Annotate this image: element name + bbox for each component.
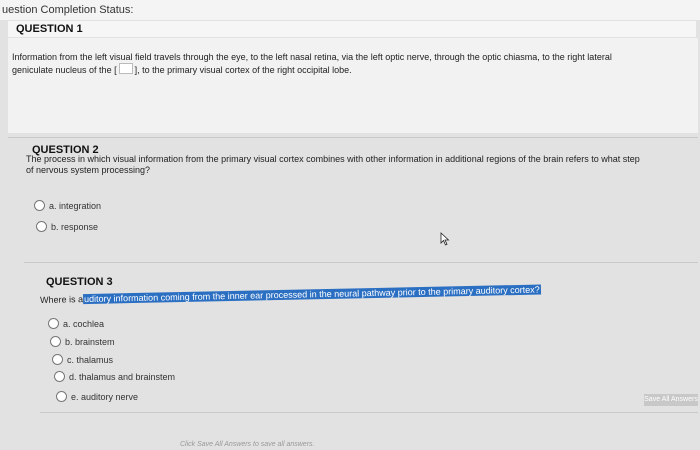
divider — [8, 137, 698, 138]
question-3-prefix: Where is a — [40, 294, 84, 305]
mouse-pointer-icon — [440, 232, 450, 246]
radio-button[interactable] — [48, 318, 59, 329]
question-2-text: The process in which visual information … — [26, 154, 686, 176]
option-label: d. thalamus and brainstem — [69, 371, 176, 382]
question-1-text: Information from the left visual field t… — [12, 52, 692, 76]
question-3-header: QUESTION 3 — [46, 276, 113, 288]
option-label: b. response — [51, 221, 99, 232]
question-3-option-d[interactable]: d. thalamus and brainstem — [54, 371, 175, 382]
question-2-option-b[interactable]: b. response — [36, 221, 98, 232]
radio-button[interactable] — [56, 391, 67, 402]
question-2-line1: The process in which visual information … — [26, 154, 640, 164]
question-1-line1: Information from the left visual field t… — [12, 52, 612, 62]
question-3-option-b[interactable]: b. brainstem — [50, 336, 115, 347]
completion-status: uestion Completion Status: — [0, 0, 700, 20]
question-1-line2-after: ], to the primary visual cortex of the r… — [134, 65, 352, 75]
radio-button[interactable] — [54, 371, 65, 382]
question-3-option-c[interactable]: c. thalamus — [52, 354, 113, 365]
save-all-answers-button[interactable]: Save All Answers — [644, 394, 698, 406]
divider — [24, 262, 698, 263]
question-3-option-a[interactable]: a. cochlea — [48, 318, 104, 329]
question-1-header: QUESTION 1 — [8, 21, 696, 37]
option-label: a. cochlea — [63, 318, 105, 329]
save-hint-text: Click Save All Answers to save all answe… — [180, 441, 315, 448]
option-label: c. thalamus — [67, 354, 114, 365]
option-label: a. integration — [49, 200, 102, 211]
question-1-line2-before: geniculate nucleus of the [ — [12, 65, 117, 75]
divider — [40, 412, 698, 413]
fill-in-blank[interactable] — [118, 63, 133, 74]
question-3-option-e[interactable]: e. auditory nerve — [56, 391, 138, 402]
question-2-line2: of nervous system processing? — [26, 165, 151, 175]
radio-button[interactable] — [50, 336, 61, 347]
radio-button[interactable] — [36, 221, 47, 232]
option-label: b. brainstem — [65, 336, 115, 347]
option-label: e. auditory nerve — [71, 391, 139, 402]
quiz-page: uestion Completion Status: QUESTION 1 In… — [0, 0, 700, 450]
radio-button[interactable] — [34, 200, 45, 211]
radio-button[interactable] — [52, 354, 63, 365]
question-2-option-a[interactable]: a. integration — [34, 200, 101, 211]
